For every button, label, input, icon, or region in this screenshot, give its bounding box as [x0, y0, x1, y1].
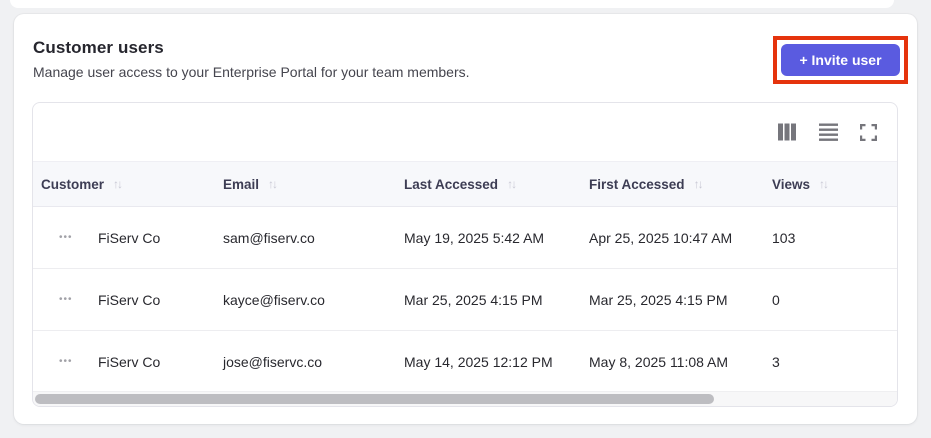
row-menu-icon[interactable]: ••• — [59, 232, 75, 243]
column-header-label: Views — [772, 176, 811, 192]
sort-icon: ↑↓ — [819, 177, 829, 191]
users-table-card: Customer ↑↓ Email ↑↓ Last Accessed ↑↓ Fi… — [32, 102, 898, 407]
customer-name: FiServ Co — [98, 291, 161, 308]
column-view-icon[interactable] — [778, 122, 797, 142]
column-header-first-accessed[interactable]: First Accessed ↑↓ — [589, 177, 772, 192]
first-accessed-cell: May 8, 2025 11:08 AM — [589, 353, 729, 370]
first-accessed-cell: Mar 25, 2025 4:15 PM — [589, 291, 728, 308]
sort-icon: ↑↓ — [268, 177, 278, 191]
column-header-label: Last Accessed — [404, 176, 499, 192]
customer-cell: ••• FiServ Co — [33, 354, 223, 370]
customer-cell: ••• FiServ Co — [33, 230, 223, 246]
table-header-row: Customer ↑↓ Email ↑↓ Last Accessed ↑↓ Fi… — [33, 161, 897, 207]
table-row: ••• FiServ Co jose@fiservc.co May 14, 20… — [33, 331, 897, 393]
column-header-email[interactable]: Email ↑↓ — [223, 177, 404, 192]
sort-icon: ↑↓ — [113, 177, 123, 191]
page-subtitle: Manage user access to your Enterprise Po… — [33, 64, 470, 80]
table-toolbar — [33, 103, 897, 161]
column-header-views[interactable]: Views ↑↓ — [772, 177, 897, 192]
customer-name: FiServ Co — [98, 229, 161, 246]
last-accessed-cell: May 14, 2025 12:12 PM — [404, 353, 553, 370]
views-cell: 103 — [772, 229, 796, 246]
annotation-highlight-box: + Invite user — [773, 36, 908, 84]
views-cell: 0 — [772, 291, 780, 308]
row-menu-icon[interactable]: ••• — [59, 356, 75, 367]
column-header-last-accessed[interactable]: Last Accessed ↑↓ — [404, 177, 589, 192]
views-cell: 3 — [772, 353, 780, 370]
column-header-customer[interactable]: Customer ↑↓ — [33, 177, 223, 192]
panel-titles: Customer users Manage user access to you… — [33, 38, 899, 80]
customer-name: FiServ Co — [98, 353, 161, 370]
customer-users-panel: Customer users Manage user access to you… — [14, 14, 917, 424]
horizontal-scrollbar-track[interactable] — [33, 391, 897, 406]
email-cell: kayce@fiserv.co — [223, 291, 325, 308]
invite-user-button[interactable]: + Invite user — [781, 44, 900, 76]
upper-card-edge — [10, 0, 894, 8]
sort-icon: ↑↓ — [693, 177, 704, 191]
last-accessed-cell: Mar 25, 2025 4:15 PM — [404, 291, 543, 308]
email-cell: jose@fiservc.co — [223, 353, 323, 370]
column-header-label: First Accessed — [589, 176, 685, 192]
fullscreen-icon[interactable] — [860, 122, 877, 142]
table-row: ••• FiServ Co sam@fiserv.co May 19, 2025… — [33, 207, 897, 269]
row-density-icon[interactable] — [819, 122, 838, 142]
panel-header: Customer users Manage user access to you… — [14, 14, 917, 102]
row-menu-icon[interactable]: ••• — [59, 294, 75, 305]
sort-icon: ↑↓ — [507, 177, 517, 191]
column-header-label: Email — [223, 176, 260, 192]
email-cell: sam@fiserv.co — [223, 229, 315, 246]
table-row: ••• FiServ Co kayce@fiserv.co Mar 25, 20… — [33, 269, 897, 331]
last-accessed-cell: May 19, 2025 5:42 AM — [404, 229, 545, 246]
customer-cell: ••• FiServ Co — [33, 292, 223, 308]
first-accessed-cell: Apr 25, 2025 10:47 AM — [589, 229, 733, 246]
horizontal-scrollbar-thumb[interactable] — [35, 394, 714, 404]
column-header-label: Customer — [41, 176, 105, 192]
page-title: Customer users — [33, 38, 164, 57]
